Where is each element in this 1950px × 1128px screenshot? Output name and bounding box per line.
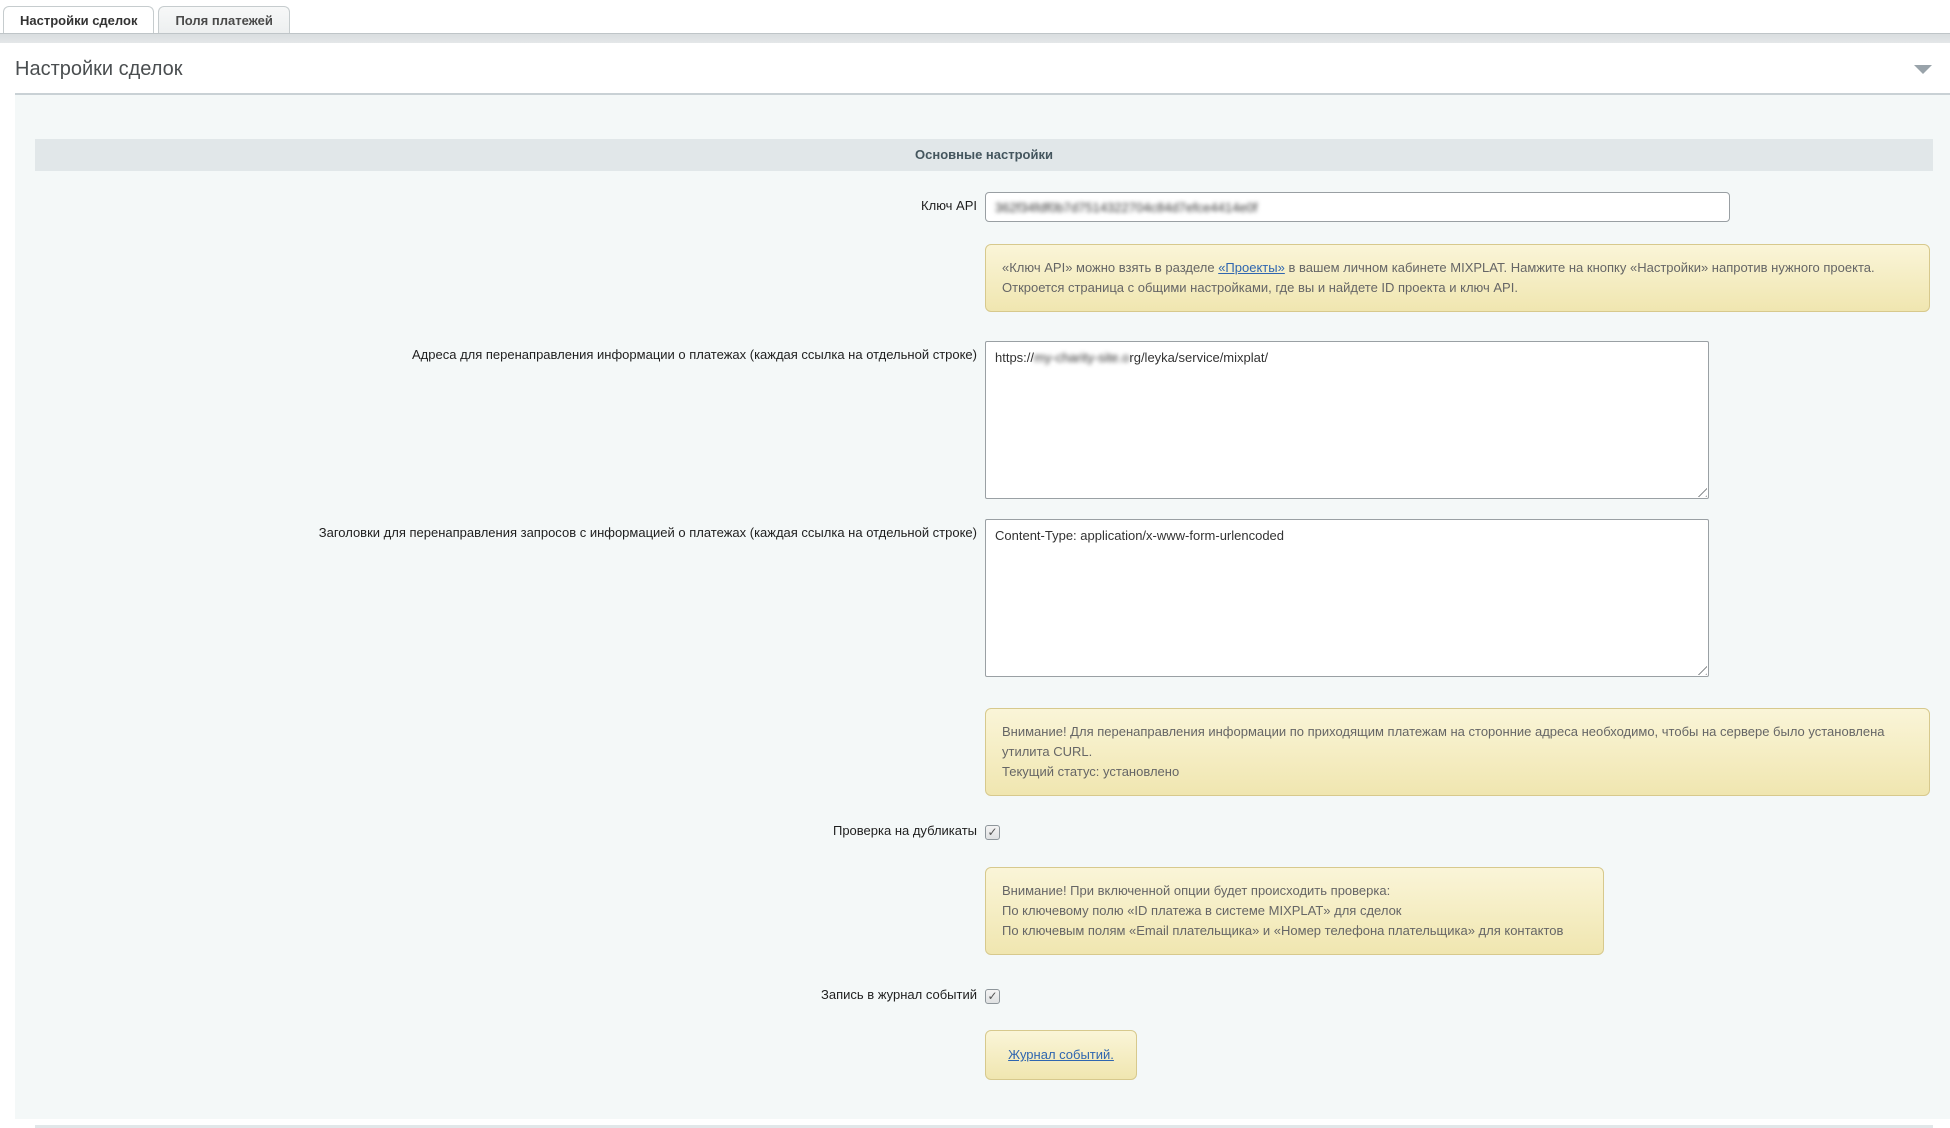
projects-link[interactable]: «Проекты» bbox=[1218, 260, 1285, 275]
tab-bar: Настройки сделок Поля платежей bbox=[0, 0, 1950, 33]
duplicates-notice: Внимание! При включенной опции будет про… bbox=[985, 867, 1604, 955]
event-log-label: Запись в журнал событий bbox=[15, 986, 985, 1003]
api-key-value: 362f34fdf0b7d7514322704c84d7efce4414e0f bbox=[995, 200, 1257, 215]
duplicates-row: Проверка на дубликаты ✓ bbox=[15, 822, 1950, 840]
tab-deal-settings[interactable]: Настройки сделок bbox=[3, 6, 154, 33]
redirect-urls-textarea[interactable]: https://my-charity-site.org/leyka/servic… bbox=[985, 341, 1709, 499]
check-icon: ✓ bbox=[987, 989, 997, 1003]
section-header-main: Основные настройки bbox=[35, 139, 1933, 171]
duplicates-notice-line3: По ключевым полям «Email плательщика» и … bbox=[1002, 921, 1587, 941]
chevron-down-icon[interactable] bbox=[1914, 65, 1932, 74]
api-key-input[interactable]: 362f34fdf0b7d7514322704c84d7efce4414e0f bbox=[985, 192, 1730, 222]
event-log-row: Запись в журнал событий ✓ bbox=[15, 986, 1950, 1004]
api-key-label: Ключ API bbox=[15, 192, 985, 214]
duplicates-notice-row: Внимание! При включенной опции будет про… bbox=[15, 867, 1950, 955]
duplicates-checkbox[interactable]: ✓ bbox=[985, 825, 1000, 840]
resize-grip-icon[interactable] bbox=[1694, 484, 1707, 497]
curl-notice-row: Внимание! Для перенаправления информации… bbox=[15, 708, 1950, 796]
event-log-link-row: Журнал событий. bbox=[15, 1030, 1950, 1080]
api-key-row: Ключ API 362f34fdf0b7d7514322704c84d7efc… bbox=[15, 192, 1950, 222]
curl-notice-line1: Внимание! Для перенаправления информации… bbox=[1002, 722, 1913, 762]
redirect-headers-label: Заголовки для перенаправления запросов с… bbox=[15, 519, 985, 541]
url-suffix: rg/leyka/service/mixplat/ bbox=[1129, 350, 1268, 365]
redirect-urls-row: Адреса для перенаправления информации о … bbox=[15, 341, 1950, 499]
event-log-link[interactable]: Журнал событий. bbox=[1008, 1047, 1114, 1062]
tab-strip bbox=[0, 33, 1950, 43]
redirect-headers-textarea[interactable]: Content-Type: application/x-www-form-url… bbox=[985, 519, 1709, 677]
page-head: Настройки сделок bbox=[0, 43, 1950, 93]
url-prefix: https:// bbox=[995, 350, 1034, 365]
resize-grip-icon[interactable] bbox=[1694, 662, 1707, 675]
settings-panel: Основные настройки Ключ API 362f34fdf0b7… bbox=[15, 93, 1950, 1119]
api-key-hint-notice: «Ключ API» можно взять в разделе «Проект… bbox=[985, 244, 1930, 312]
curl-notice-line2: Текущий статус: установлено bbox=[1002, 762, 1913, 782]
curl-notice: Внимание! Для перенаправления информации… bbox=[985, 708, 1930, 796]
redirect-headers-value: Content-Type: application/x-www-form-url… bbox=[995, 528, 1284, 543]
redirect-headers-row: Заголовки для перенаправления запросов с… bbox=[15, 519, 1950, 677]
event-log-link-box: Журнал событий. bbox=[985, 1030, 1137, 1080]
duplicates-label: Проверка на дубликаты bbox=[15, 822, 985, 839]
api-key-hint-row: «Ключ API» можно взять в разделе «Проект… bbox=[15, 244, 1950, 312]
duplicates-notice-line1: Внимание! При включенной опции будет про… bbox=[1002, 881, 1587, 901]
hint-text-before: «Ключ API» можно взять в разделе bbox=[1002, 260, 1218, 275]
duplicates-notice-line2: По ключевому полю «ID платежа в системе … bbox=[1002, 901, 1587, 921]
page-title: Настройки сделок bbox=[15, 58, 183, 81]
redirect-urls-label: Адреса для перенаправления информации о … bbox=[15, 341, 985, 363]
tab-payment-fields[interactable]: Поля платежей bbox=[158, 6, 289, 33]
check-icon: ✓ bbox=[987, 825, 997, 839]
event-log-checkbox[interactable]: ✓ bbox=[985, 989, 1000, 1004]
url-obscured: my-charity-site.o bbox=[1034, 350, 1129, 365]
